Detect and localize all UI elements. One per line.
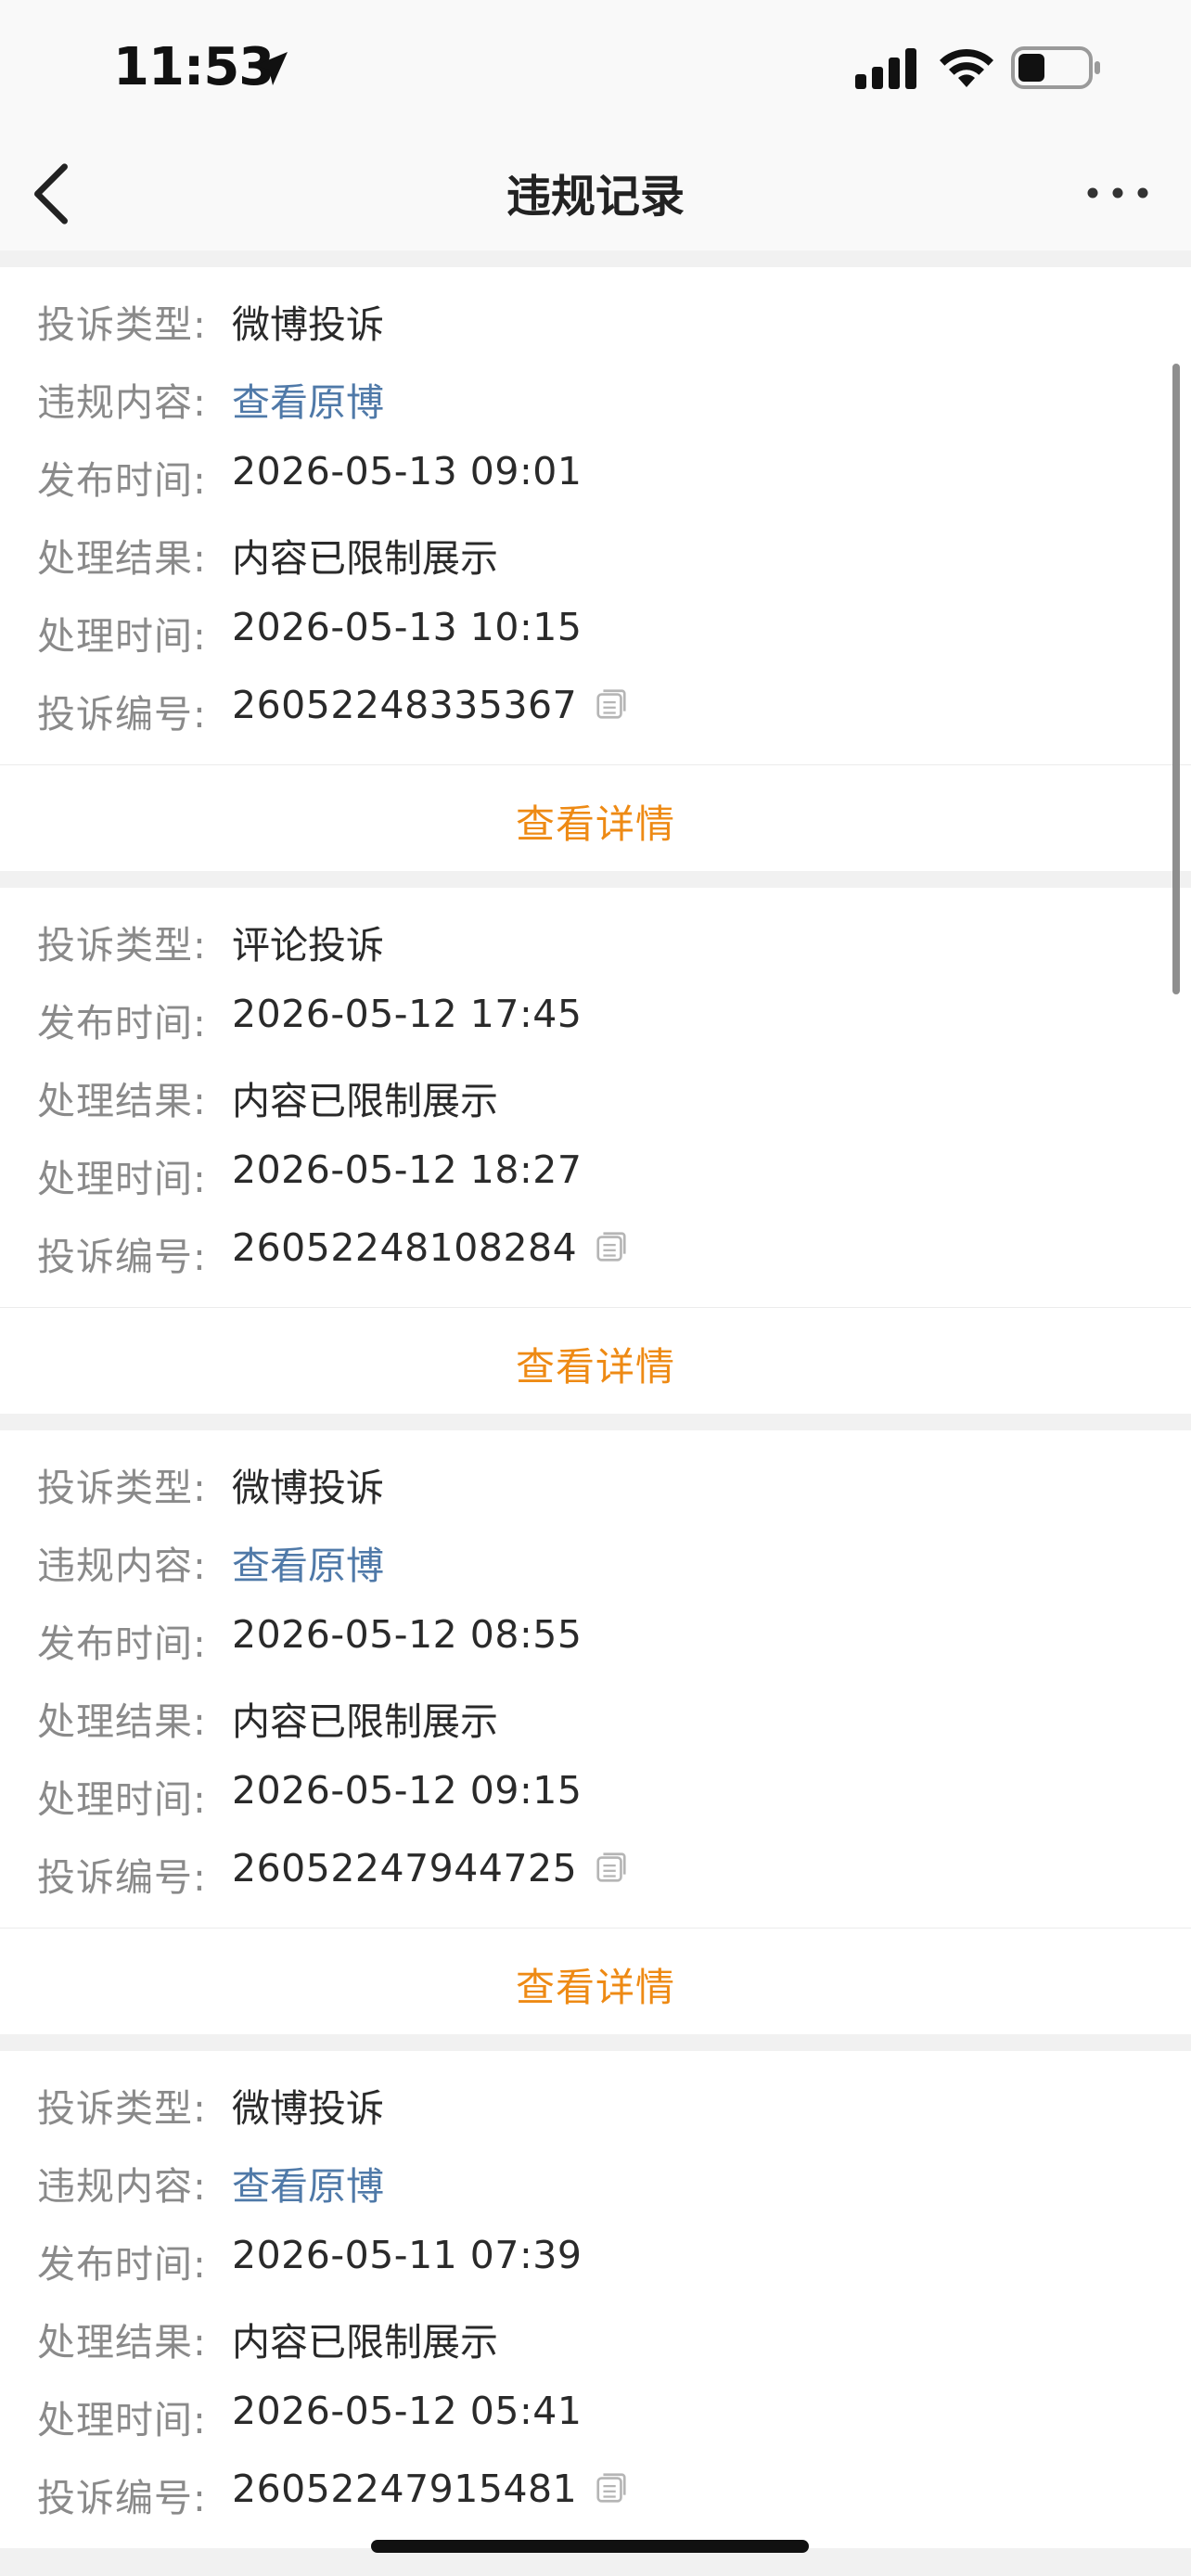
- row-complaint-number: 投诉编号: 26052248335367: [0, 666, 1191, 744]
- row-publish-time: 发布时间: 2026-05-12 17:45: [0, 975, 1191, 1053]
- violation-records-list: 投诉类型: 微博投诉 违规内容: 查看原博 发布时间: 2026-05-13 0…: [0, 250, 1191, 2548]
- label-result: 处理结果:: [37, 1699, 207, 1744]
- view-details-button[interactable]: 查看详情: [0, 793, 1191, 850]
- row-result: 处理结果: 内容已限制展示: [0, 1673, 1191, 1751]
- row-violation-content: 违规内容: 查看原博: [0, 2138, 1191, 2216]
- row-complaint-type: 投诉类型: 微博投诉: [0, 2060, 1191, 2138]
- status-bar: 11:53: [0, 0, 1191, 139]
- view-original-post-link[interactable]: 查看原博: [232, 371, 384, 427]
- label-handle-time: 处理时间:: [37, 1157, 207, 1201]
- label-handle-time: 处理时间:: [37, 2398, 207, 2442]
- card-footer: 查看详情: [0, 764, 1191, 871]
- row-publish-time: 发布时间: 2026-05-12 08:55: [0, 1596, 1191, 1673]
- label-complaint-type: 投诉类型:: [37, 2086, 207, 2131]
- value-complaint-type: 评论投诉: [232, 923, 384, 968]
- value-complaint-number-wrap: 26052248108284: [232, 1225, 629, 1270]
- value-publish-time: 2026-05-13 09:01: [232, 449, 583, 493]
- label-result: 处理结果:: [37, 536, 207, 581]
- value-handle-time: 2026-05-12 05:41: [232, 2389, 583, 2433]
- record-card: 投诉类型: 微博投诉 违规内容: 查看原博 发布时间: 2026-05-12 0…: [0, 1430, 1191, 2034]
- row-complaint-number: 投诉编号: 26052247915481: [0, 2450, 1191, 2528]
- label-complaint-type: 投诉类型:: [37, 1466, 207, 1510]
- value-complaint-type: 微博投诉: [232, 302, 384, 347]
- value-complaint-number: 26052248335367: [232, 683, 578, 727]
- label-complaint-number: 投诉编号:: [37, 1235, 207, 1279]
- row-handle-time: 处理时间: 2026-05-12 18:27: [0, 1131, 1191, 1209]
- value-complaint-number-wrap: 26052248335367: [232, 683, 629, 727]
- label-complaint-number: 投诉编号:: [37, 1855, 207, 1900]
- row-handle-time: 处理时间: 2026-05-12 05:41: [0, 2372, 1191, 2450]
- row-result: 处理结果: 内容已限制展示: [0, 510, 1191, 588]
- label-violation-content: 违规内容:: [37, 2164, 207, 2209]
- label-complaint-type: 投诉类型:: [37, 923, 207, 968]
- cellular-signal-icon: [855, 48, 916, 89]
- label-violation-content: 违规内容:: [37, 380, 207, 425]
- page-title: 违规记录: [506, 171, 685, 223]
- vertical-scrollbar[interactable]: [1172, 364, 1180, 994]
- battery-icon: [1011, 46, 1100, 89]
- copy-icon[interactable]: [594, 1850, 629, 1885]
- row-handle-time: 处理时间: 2026-05-13 10:15: [0, 588, 1191, 666]
- view-details-button[interactable]: 查看详情: [0, 1956, 1191, 2013]
- label-publish-time: 发布时间:: [37, 1001, 207, 1045]
- value-complaint-number: 26052247915481: [232, 2467, 578, 2511]
- value-result: 内容已限制展示: [232, 536, 498, 581]
- row-handle-time: 处理时间: 2026-05-12 09:15: [0, 1751, 1191, 1829]
- row-complaint-type: 投诉类型: 评论投诉: [0, 897, 1191, 975]
- row-result: 处理结果: 内容已限制展示: [0, 2294, 1191, 2372]
- label-publish-time: 发布时间:: [37, 458, 207, 503]
- more-options-icon[interactable]: [1085, 184, 1150, 202]
- label-result: 处理结果:: [37, 2320, 207, 2365]
- row-complaint-number: 投诉编号: 26052248108284: [0, 1209, 1191, 1287]
- record-card: 投诉类型: 评论投诉 发布时间: 2026-05-12 17:45 处理结果: …: [0, 888, 1191, 1414]
- label-result: 处理结果:: [37, 1079, 207, 1123]
- label-complaint-number: 投诉编号:: [37, 2476, 207, 2520]
- value-complaint-type: 微博投诉: [232, 2086, 384, 2131]
- value-publish-time: 2026-05-11 07:39: [232, 2233, 583, 2277]
- row-complaint-number: 投诉编号: 26052247944725: [0, 1829, 1191, 1907]
- copy-icon[interactable]: [594, 686, 629, 722]
- home-indicator[interactable]: [371, 2540, 809, 2553]
- row-complaint-type: 投诉类型: 微博投诉: [0, 276, 1191, 354]
- value-result: 内容已限制展示: [232, 1699, 498, 1744]
- value-publish-time: 2026-05-12 08:55: [232, 1612, 583, 1657]
- label-handle-time: 处理时间:: [37, 1777, 207, 1822]
- label-publish-time: 发布时间:: [37, 1621, 207, 1666]
- view-original-post-link[interactable]: 查看原博: [232, 1534, 384, 1590]
- label-complaint-type: 投诉类型:: [37, 302, 207, 347]
- wifi-icon: [940, 48, 993, 87]
- row-violation-content: 违规内容: 查看原博: [0, 1518, 1191, 1596]
- record-card: 投诉类型: 微博投诉 违规内容: 查看原博 发布时间: 2026-05-13 0…: [0, 267, 1191, 871]
- location-arrow-icon: [254, 52, 288, 85]
- value-handle-time: 2026-05-13 10:15: [232, 605, 583, 649]
- card-footer: 查看详情: [0, 1928, 1191, 2034]
- row-publish-time: 发布时间: 2026-05-11 07:39: [0, 2216, 1191, 2294]
- row-result: 处理结果: 内容已限制展示: [0, 1053, 1191, 1131]
- value-complaint-number: 26052248108284: [232, 1225, 578, 1270]
- view-details-button[interactable]: 查看详情: [0, 1336, 1191, 1392]
- value-complaint-number-wrap: 26052247944725: [232, 1846, 629, 1890]
- card-footer: 查看详情: [0, 1307, 1191, 1414]
- label-publish-time: 发布时间:: [37, 2242, 207, 2287]
- row-publish-time: 发布时间: 2026-05-13 09:01: [0, 432, 1191, 510]
- value-complaint-number-wrap: 26052247915481: [232, 2467, 629, 2511]
- label-violation-content: 违规内容:: [37, 1544, 207, 1588]
- value-handle-time: 2026-05-12 18:27: [232, 1147, 583, 1192]
- copy-icon[interactable]: [594, 1229, 629, 1264]
- copy-icon[interactable]: [594, 2470, 629, 2506]
- value-handle-time: 2026-05-12 09:15: [232, 1768, 583, 1813]
- label-complaint-number: 投诉编号:: [37, 692, 207, 737]
- record-card: 投诉类型: 微博投诉 违规内容: 查看原博 发布时间: 2026-05-11 0…: [0, 2051, 1191, 2548]
- row-violation-content: 违规内容: 查看原博: [0, 354, 1191, 432]
- value-complaint-number: 26052247944725: [232, 1846, 578, 1890]
- value-publish-time: 2026-05-12 17:45: [232, 992, 583, 1036]
- value-result: 内容已限制展示: [232, 1079, 498, 1123]
- view-original-post-link[interactable]: 查看原博: [232, 2155, 384, 2211]
- value-complaint-type: 微博投诉: [232, 1466, 384, 1510]
- row-complaint-type: 投诉类型: 微博投诉: [0, 1440, 1191, 1518]
- navigation-bar: 违规记录: [0, 139, 1191, 250]
- value-result: 内容已限制展示: [232, 2320, 498, 2365]
- label-handle-time: 处理时间:: [37, 614, 207, 659]
